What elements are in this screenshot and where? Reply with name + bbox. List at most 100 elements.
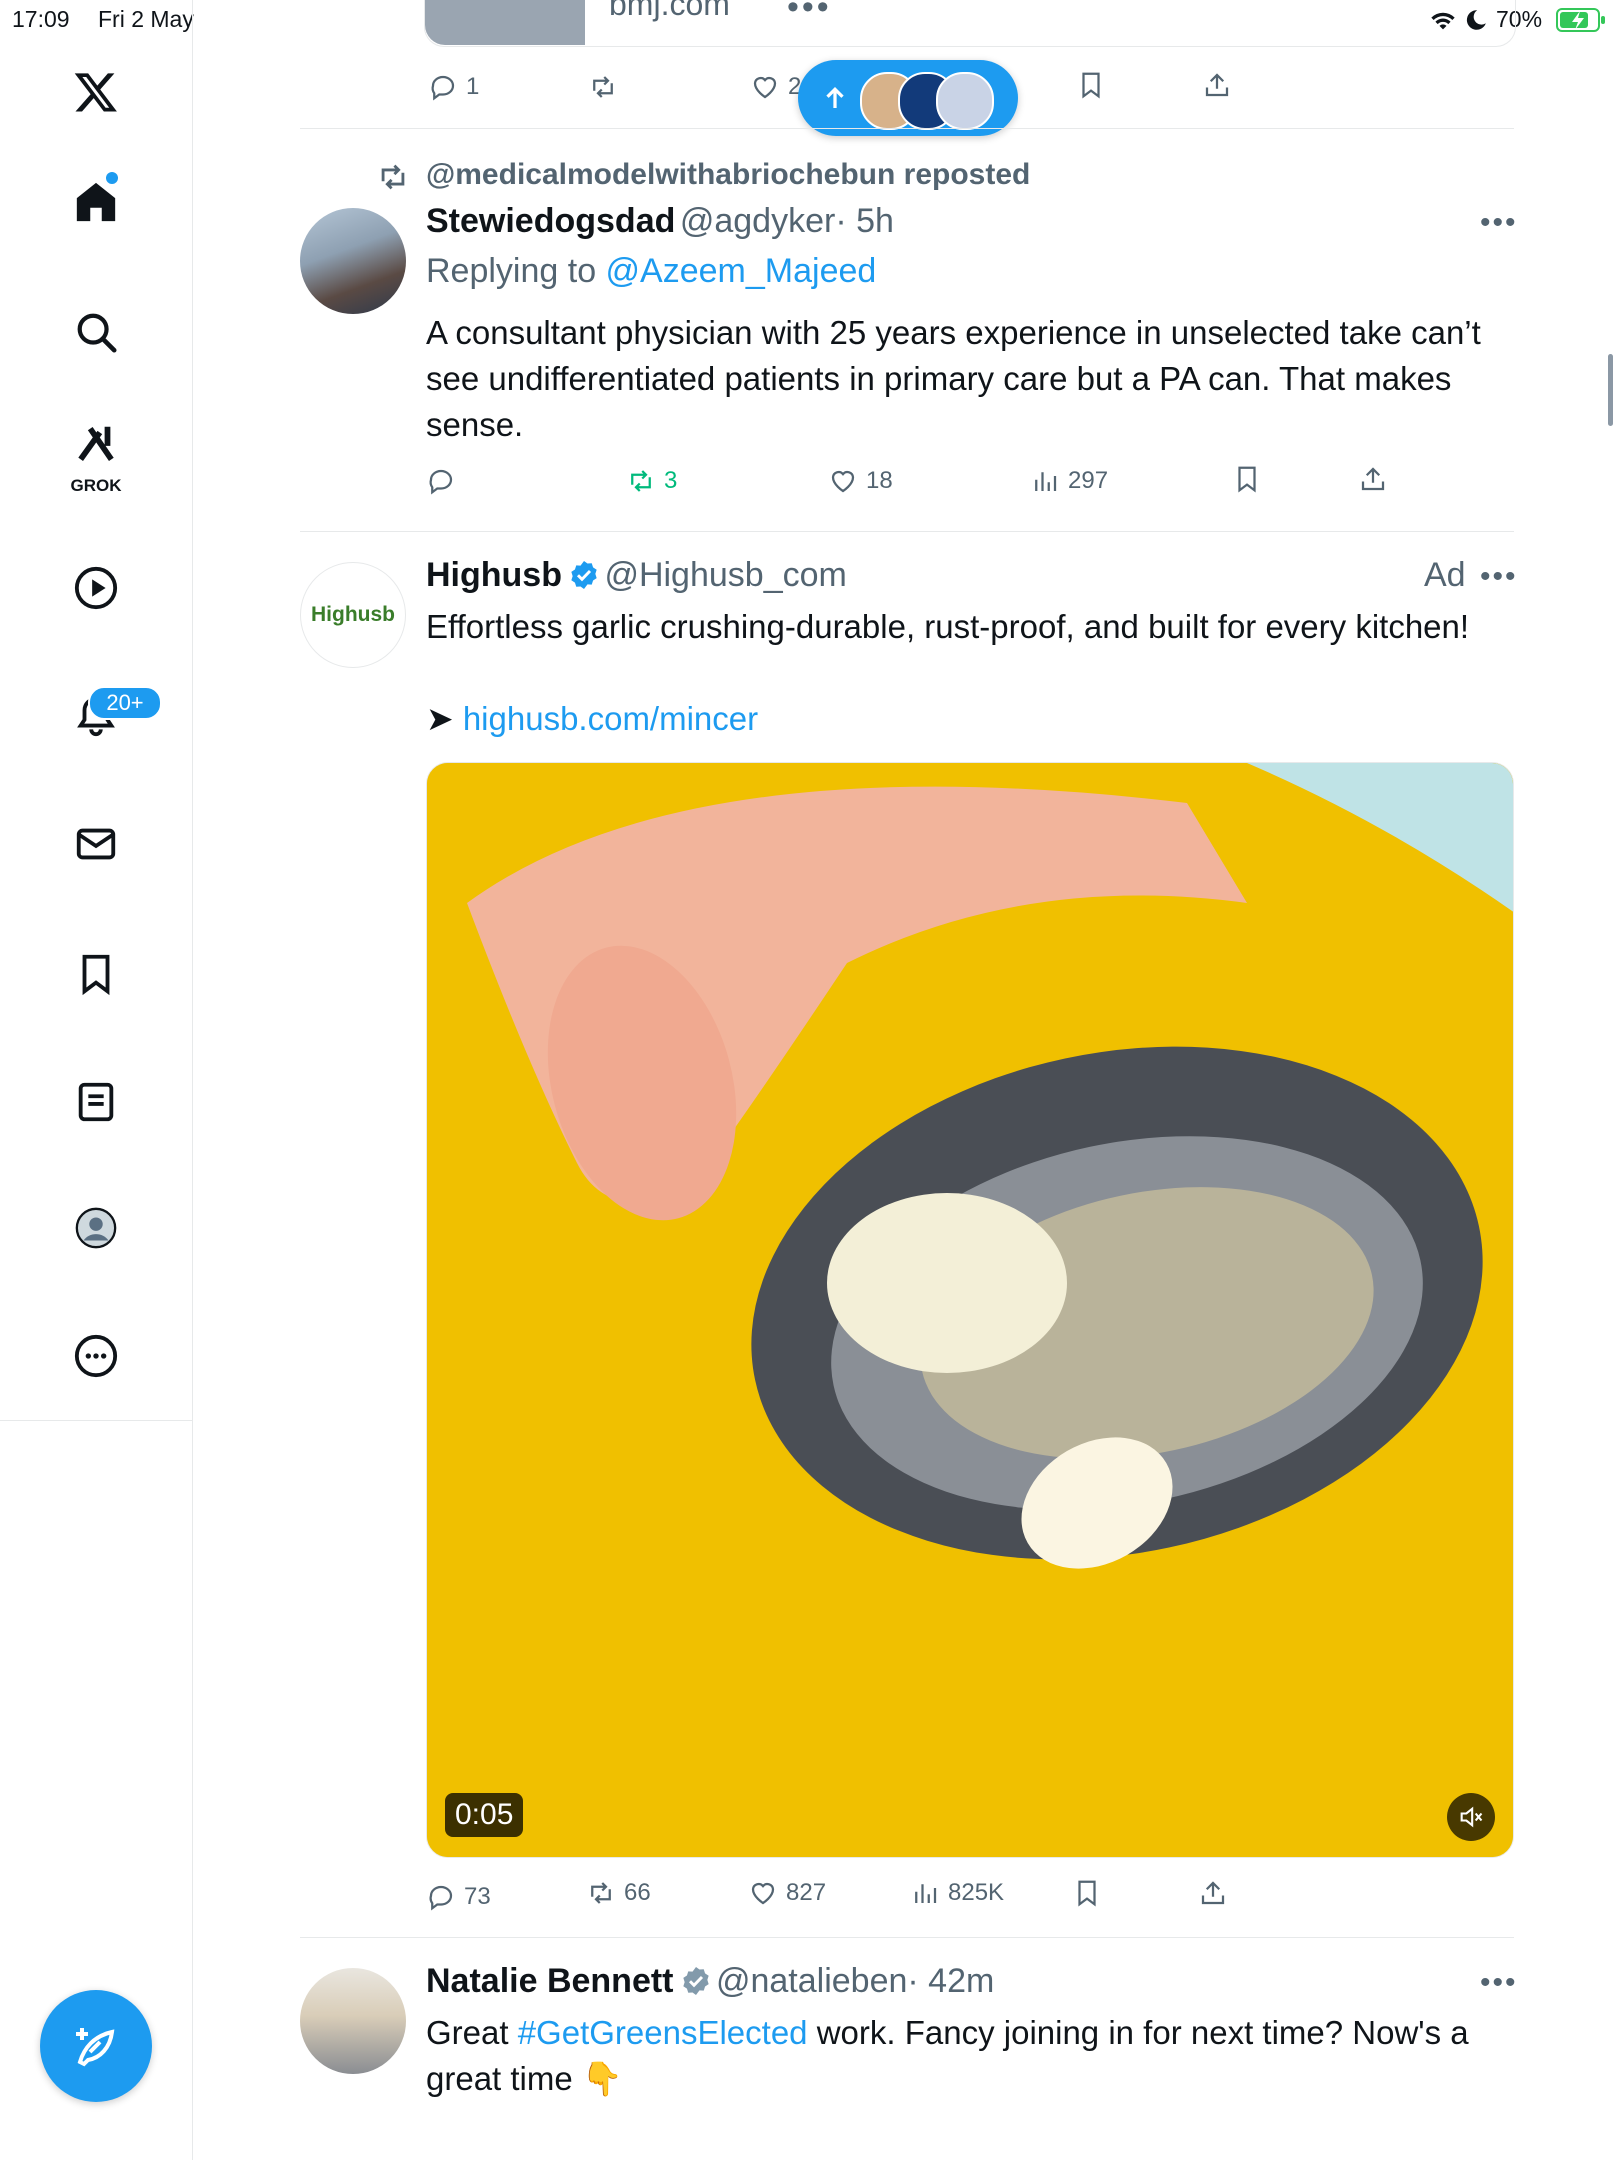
views-count: 825K <box>948 1879 1005 1906</box>
repost-icon <box>591 1882 611 1904</box>
link-card-thumbnail <box>425 0 585 45</box>
compose-post-button[interactable] <box>40 1990 152 2102</box>
repost-icon <box>631 470 651 492</box>
views-button[interactable]: 825K <box>910 1878 1004 1908</box>
views-button[interactable]: 297 <box>1030 466 1108 496</box>
verified-badge-icon <box>682 1967 709 1995</box>
lists-icon[interactable] <box>66 1072 126 1132</box>
link-card[interactable]: bmj.com ••• <box>424 0 1516 47</box>
share-icon <box>1201 1881 1225 1905</box>
views-chart-icon <box>1035 472 1057 491</box>
avatar-logo-text: Highusb <box>311 603 395 626</box>
like-count: 18 <box>866 467 893 494</box>
share-button[interactable] <box>1198 1878 1228 1908</box>
bookmark-button[interactable] <box>1072 1878 1102 1908</box>
heart-icon <box>753 76 777 99</box>
replying-prefix: Replying to <box>426 252 606 290</box>
pointing-down-emoji: 👇 <box>581 2060 623 2097</box>
verified-badge-icon <box>571 561 597 589</box>
sidebar-divider <box>0 1420 192 1421</box>
reply-icon <box>431 75 455 101</box>
replying-to-link[interactable]: @Azeem_Majeed <box>606 252 877 290</box>
user-handle[interactable]: @natalieben <box>716 1962 907 2000</box>
search-icon[interactable] <box>66 302 126 362</box>
repost-count: 3 <box>664 467 678 494</box>
bookmark-button[interactable] <box>1232 464 1262 494</box>
tweet-divider <box>300 128 1514 129</box>
reply-button[interactable]: 73 <box>426 1882 491 1912</box>
avatar[interactable]: Highusb <box>300 562 406 668</box>
reply-count: 1 <box>466 73 480 100</box>
repost-icon <box>593 76 613 98</box>
views-chart-icon <box>915 1884 937 1903</box>
repost-button[interactable]: 3 <box>626 466 677 496</box>
like-count: 827 <box>786 1879 827 1906</box>
heart-icon <box>751 1882 775 1905</box>
reply-button[interactable] <box>426 466 456 496</box>
x-logo-icon[interactable] <box>66 62 126 122</box>
link-card-more-icon[interactable]: ••• <box>787 0 832 27</box>
video-play-icon[interactable] <box>66 558 126 618</box>
messages-icon[interactable] <box>66 814 126 874</box>
user-handle[interactable]: @agdyker <box>680 202 835 240</box>
reply-icon <box>429 1885 453 1911</box>
bookmark-button[interactable] <box>1076 70 1106 100</box>
like-button[interactable]: 827 <box>748 1878 826 1908</box>
share-icon <box>1361 467 1385 491</box>
avatar[interactable] <box>300 208 406 314</box>
grok-label: GROK <box>70 476 122 495</box>
bookmark-icon <box>1238 466 1256 493</box>
arrow-bullet: ➤ <box>426 700 463 737</box>
heart-icon <box>831 470 855 493</box>
repost-button[interactable] <box>588 72 618 102</box>
views-count: 297 <box>1068 467 1109 494</box>
video-player[interactable]: 0:05 <box>426 762 1514 1858</box>
tweet-more-icon[interactable]: ••• <box>1480 560 1518 594</box>
reply-icon <box>429 469 453 495</box>
like-button[interactable]: 2 <box>750 72 801 102</box>
bookmark-icon <box>1078 1880 1096 1907</box>
display-name[interactable]: Stewiedogsdad <box>426 202 675 240</box>
tweet-text: A consultant physician with 25 years exp… <box>426 314 1481 443</box>
grok-icon[interactable] <box>66 420 126 468</box>
tweet-text: Great #GetGreensElected work. Fancy join… <box>426 2010 1506 2102</box>
reply-button[interactable]: 1 <box>428 72 479 102</box>
repost-count: 66 <box>624 1879 651 1906</box>
display-name[interactable]: Highusb <box>426 556 562 594</box>
bookmarks-icon[interactable] <box>66 944 126 1004</box>
hashtag-link[interactable]: #GetGreensElected <box>518 2014 808 2051</box>
repost-attribution[interactable]: @medicalmodelwithabriochebun reposted <box>426 158 1030 192</box>
share-button[interactable] <box>1358 464 1388 494</box>
ad-link[interactable]: highusb.com/mincer <box>463 700 758 737</box>
home-unread-dot <box>106 172 118 184</box>
post-time[interactable]: · 5h <box>835 202 894 240</box>
link-card-domain: bmj.com <box>609 0 730 22</box>
battery-icon <box>1556 8 1606 32</box>
repost-button[interactable]: 66 <box>586 1878 651 1908</box>
more-options-icon[interactable] <box>66 1326 126 1386</box>
tweet-text-start: Great <box>426 2014 518 2051</box>
display-name[interactable]: Natalie Bennett <box>426 1962 674 2000</box>
tweet-divider <box>300 531 1514 532</box>
notifications-badge: 20+ <box>88 686 162 720</box>
pill-avatar-3 <box>936 72 994 130</box>
reply-count: 73 <box>464 1883 491 1910</box>
post-time[interactable]: · 42m <box>907 1962 994 2000</box>
scrollbar-thumb[interactable] <box>1608 354 1613 426</box>
sidebar: GROK 20+ <box>0 0 193 2160</box>
share-button[interactable] <box>1202 70 1232 100</box>
bookmark-icon <box>1082 72 1100 99</box>
profile-avatar-icon[interactable] <box>66 1198 126 1258</box>
video-duration: 0:05 <box>445 1793 524 1837</box>
like-button[interactable]: 18 <box>828 466 893 496</box>
tweet-text: Effortless garlic crushing-durable, rust… <box>426 608 1470 645</box>
tweet-more-icon[interactable]: ••• <box>1480 1966 1518 2000</box>
new-posts-pill[interactable] <box>798 60 1018 136</box>
repost-indicator-icon <box>376 160 410 199</box>
share-icon <box>1205 73 1229 97</box>
mute-toggle-icon[interactable] <box>1447 1793 1495 1841</box>
ad-label: Ad <box>1424 556 1466 594</box>
user-handle[interactable]: @Highusb_com <box>604 556 846 594</box>
avatar[interactable] <box>300 1968 406 2074</box>
tweet-more-icon[interactable]: ••• <box>1480 206 1518 240</box>
